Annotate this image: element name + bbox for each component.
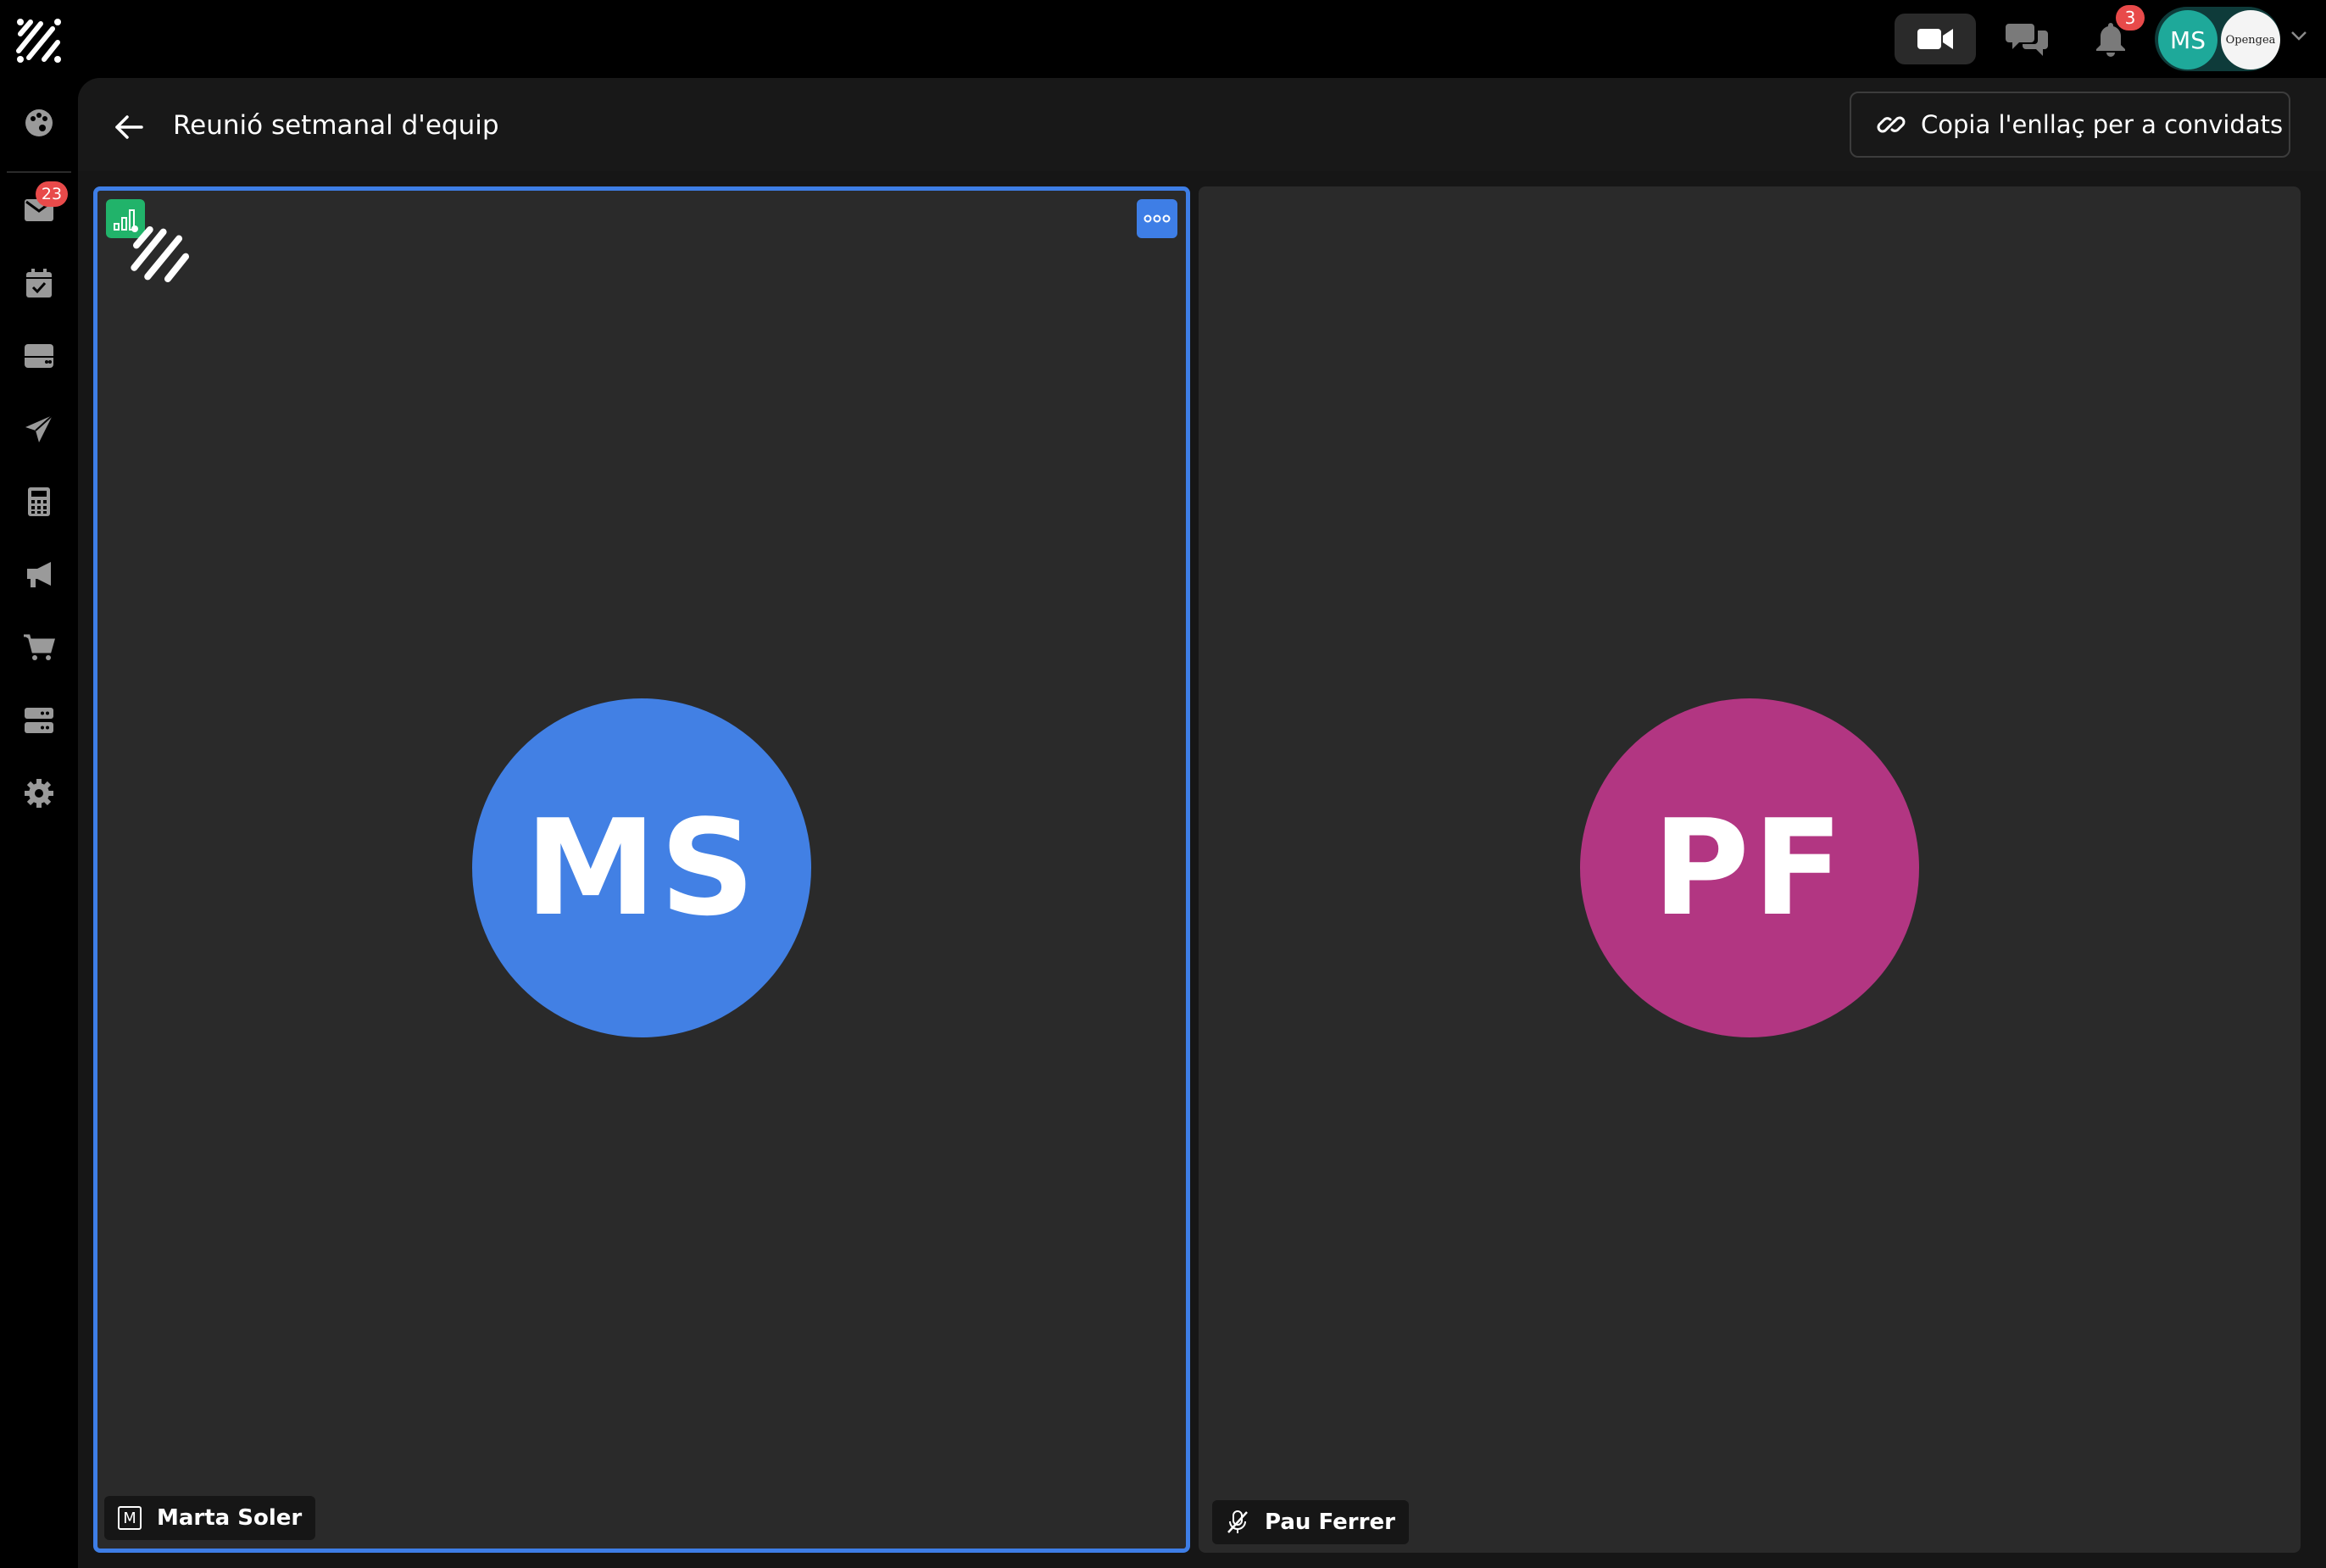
user-avatar[interactable]: MS [2158,10,2217,70]
sidebar-divider [7,171,71,173]
organization-name: Opengea [2225,33,2276,47]
calendar-check-icon [26,269,52,297]
participant-tile-pau-ferrer[interactable]: PF Pau Ferrer [1199,186,2301,1553]
gear-icon [25,779,53,808]
participant-tile-marta-soler[interactable]: MS M Marta Soler [93,186,1190,1553]
sidebar-item-calculator[interactable] [17,480,61,524]
participant-name: Pau Ferrer [1265,1510,1395,1535]
meeting-panel: Reunió setmanal d'equip Copia l'enllaç p… [78,78,2326,1568]
organization-avatar[interactable]: Opengea [2221,10,2280,70]
sidebar-item-inbox[interactable] [17,334,61,378]
sidebar-item-shop[interactable] [17,626,61,670]
palette-icon [25,109,53,136]
back-button[interactable] [105,103,153,151]
arrow-left-icon [115,115,143,139]
participant-avatar: PF [1580,698,1919,1037]
chevron-down-icon[interactable] [2289,25,2309,46]
participant-name-tag: Pau Ferrer [1212,1500,1409,1544]
copy-guest-link-label: Copia l'enllaç per a convidats [1921,110,2284,139]
paper-plane-icon [25,414,53,442]
page-title: Reunió setmanal d'equip [173,110,499,141]
calculator-icon [28,487,50,516]
video-camera-icon [1917,29,1953,49]
sidebar: 23 [0,78,78,1568]
server-icon [25,708,53,733]
participant-avatar: MS [472,698,811,1037]
sidebar-item-marketing[interactable] [17,553,61,597]
megaphone-icon [27,562,51,587]
shopping-cart-icon [24,634,55,660]
sidebar-item-send[interactable] [17,407,61,451]
video-grid: MS M Marta Soler PF Pau Ferrer [78,171,2326,1565]
top-bar: 3 MS Opengea [0,0,2326,78]
sidebar-item-calendar[interactable] [17,261,61,305]
participant-name: Marta Soler [157,1505,303,1531]
inbox-tray-icon [25,344,53,368]
brand-watermark-icon [130,223,192,286]
more-options-icon [1144,214,1171,223]
copy-guest-link-button[interactable]: Copia l'enllaç per a convidats [1850,92,2290,158]
more-options-button[interactable] [1137,199,1177,238]
video-call-button[interactable] [1895,14,1976,64]
m-badge-icon: M [118,1506,142,1530]
microphone-muted-icon [1226,1510,1249,1535]
link-icon [1877,116,1906,133]
chat-bubbles-icon [2006,24,2048,56]
sidebar-item-settings[interactable] [17,771,61,815]
brand-logo-icon[interactable] [15,17,63,64]
meeting-header: Reunió setmanal d'equip Copia l'enllaç p… [78,78,2326,171]
chat-button[interactable] [2002,15,2053,63]
notifications-count-badge: 3 [2116,5,2145,31]
sidebar-item-dashboard[interactable] [17,101,61,145]
mail-unread-badge: 23 [36,181,68,207]
sidebar-item-servers[interactable] [17,698,61,742]
participant-name-tag: M Marta Soler [104,1496,316,1540]
